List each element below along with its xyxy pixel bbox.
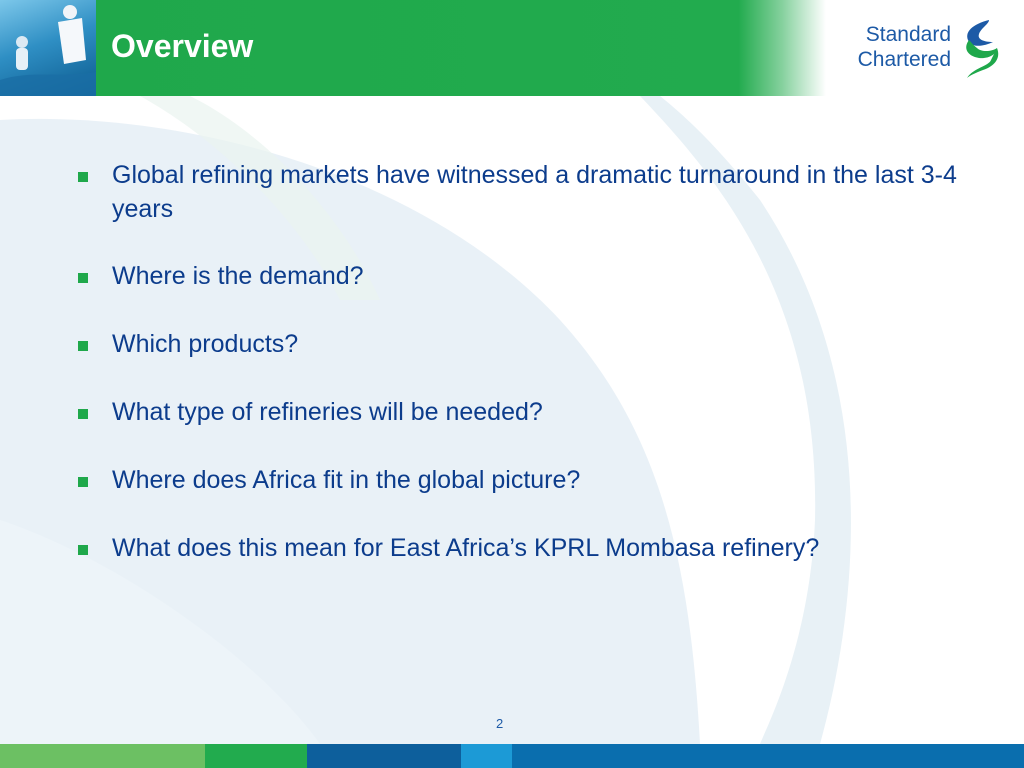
logo-line1: Standard xyxy=(865,23,951,46)
bullet-item: Global refining markets have witnessed a… xyxy=(74,158,994,226)
footer-segment xyxy=(461,744,512,768)
footer-segment xyxy=(307,744,461,768)
bullet-square-icon xyxy=(78,409,88,419)
bullet-text: Where does Africa fit in the global pict… xyxy=(112,466,581,494)
bullet-text: What does this mean for East Africa’s KP… xyxy=(112,534,820,562)
bullet-square-icon xyxy=(78,341,88,351)
footer-segment xyxy=(512,744,1024,768)
logo-mark-icon xyxy=(966,20,999,78)
page-number: 2 xyxy=(496,716,504,731)
standard-chartered-logo: Standard Chartered xyxy=(843,18,1003,80)
bullet-text: Which products? xyxy=(112,330,299,358)
bullet-text: Where is the demand? xyxy=(112,262,364,290)
footer-segment xyxy=(205,744,307,768)
logo-wordmark: Standard Chartered xyxy=(843,22,951,72)
logo-line2: Chartered xyxy=(857,48,951,71)
bullet-item: What does this mean for East Africa’s KP… xyxy=(74,531,994,565)
bullet-item: Where does Africa fit in the global pict… xyxy=(74,463,994,497)
bullet-list: Global refining markets have witnessed a… xyxy=(74,158,994,565)
bullet-square-icon xyxy=(78,273,88,283)
bullet-square-icon xyxy=(78,545,88,555)
bullet-item: Where is the demand? xyxy=(74,259,994,293)
bullet-text: What type of refineries will be needed? xyxy=(112,398,543,426)
bullet-item: What type of refineries will be needed? xyxy=(74,395,994,429)
bullet-item: Which products? xyxy=(74,327,994,361)
slide-title: Overview xyxy=(111,28,254,64)
bullet-square-icon xyxy=(78,172,88,182)
bullet-text: Global refining markets have witnessed a… xyxy=(112,161,957,223)
bullet-square-icon xyxy=(78,477,88,487)
footer-stripe xyxy=(0,744,1024,768)
slide-header: Overview Standard Chartered xyxy=(0,0,1024,96)
header-photo xyxy=(0,0,96,96)
footer-segment xyxy=(0,744,205,768)
